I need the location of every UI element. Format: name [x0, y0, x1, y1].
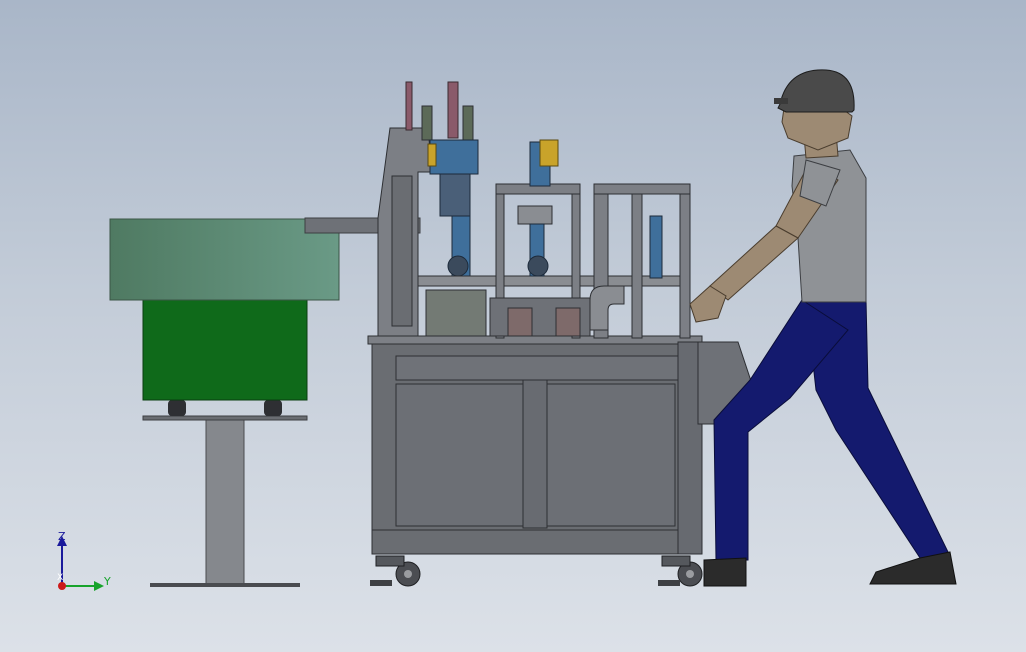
left-column-cutout: [391, 175, 413, 327]
view-orientation-triad[interactable]: Z Y X: [44, 528, 124, 600]
cad-viewport[interactable]: Z Y X: [0, 0, 1026, 652]
cabinet-door-left: [395, 383, 524, 527]
caster-wheel-right-hub: [686, 570, 694, 578]
lower-block-2: [507, 307, 533, 337]
cabinet-door-right: [546, 383, 676, 527]
station2-head: [517, 205, 553, 225]
operator-mannequin[interactable]: [689, 69, 957, 587]
cylinder-green-1: [421, 105, 433, 141]
station1-slide: [439, 173, 471, 217]
bowl-foot-left: [168, 400, 186, 416]
operator-shoe-front: [703, 557, 747, 587]
bowl-foot-right: [264, 400, 282, 416]
caster-wheel-left-hub: [404, 570, 412, 578]
helmet-brim: [774, 98, 788, 104]
bowl-stand-base: [150, 583, 300, 587]
caster-bracket-right: [661, 555, 691, 567]
station3-elbow: [589, 285, 625, 331]
helmet-icon: [777, 69, 855, 113]
tabletop-plate: [367, 335, 703, 345]
caster-bracket-left: [375, 555, 405, 567]
station3-nozzle: [649, 215, 663, 279]
guide-rod-1: [405, 81, 413, 131]
lower-block-3: [555, 307, 581, 337]
top-rail: [395, 355, 679, 381]
bowl-stand-column: [205, 419, 245, 586]
cylinder-green-2: [462, 105, 474, 141]
transfer-rail: [417, 275, 691, 287]
y-axis-arrow: [94, 581, 104, 591]
station1-block: [429, 139, 479, 175]
station3-frame-right: [679, 183, 691, 339]
machine-cabinet[interactable]: [367, 335, 761, 587]
station2-yellow: [539, 139, 559, 167]
assembly-stations[interactable]: [377, 81, 691, 339]
operator-shoe-back: [869, 551, 957, 585]
operator-leg-front: [713, 299, 849, 561]
guide-rod-2: [447, 81, 459, 139]
x-axis-label: X: [57, 573, 64, 583]
center-post: [522, 379, 548, 529]
leveling-foot-right: [658, 580, 680, 586]
triad-svg: [57, 536, 104, 591]
station3-top-bar: [593, 183, 691, 195]
leveling-foot-left: [370, 580, 392, 586]
y-axis-label: Y: [104, 575, 111, 588]
bottom-rail: [371, 529, 699, 555]
station3-frame-mid: [631, 183, 643, 339]
operator-forearm: [709, 225, 799, 301]
z-axis-label: Z: [58, 530, 66, 543]
lower-block-1: [425, 289, 487, 337]
assembly-model[interactable]: [0, 0, 1026, 652]
bowl-mount-plate: [142, 415, 308, 421]
station2-gear: [527, 255, 549, 277]
station1-gear: [447, 255, 469, 277]
bowl-drive-base: [142, 299, 308, 401]
station1-yellow: [427, 143, 437, 167]
